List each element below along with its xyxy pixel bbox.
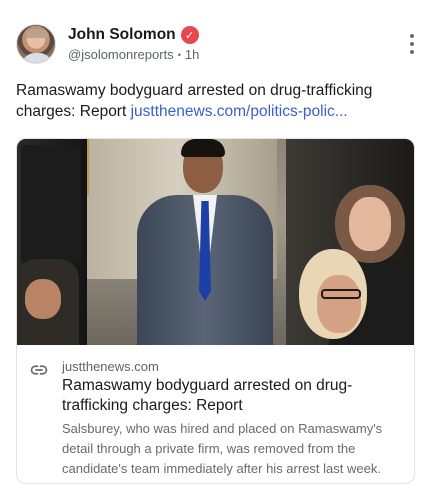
- avatar-shirt: [21, 53, 53, 63]
- image-glasses: [321, 289, 361, 299]
- more-dot: [410, 50, 414, 54]
- link-card-title[interactable]: Ramaswamy bodyguard arrested on drug-tra…: [62, 376, 402, 416]
- link-card[interactable]: justthenews.com Ramaswamy bodyguard arre…: [16, 138, 415, 484]
- image-blonde-face: [317, 275, 361, 333]
- post: John Solomon ✓ @jsolomonreports • 1h Ram…: [0, 0, 431, 500]
- more-dot: [410, 42, 414, 46]
- author-handle[interactable]: @jsolomonreports: [68, 47, 174, 62]
- image-man-hair: [181, 139, 225, 157]
- link-card-body: justthenews.com Ramaswamy bodyguard arre…: [17, 345, 414, 483]
- link-card-description: Salsburey, who was hired and placed on R…: [62, 421, 383, 476]
- image-left-face: [25, 279, 61, 319]
- author-meta: @jsolomonreports • 1h: [68, 47, 199, 62]
- more-options-icon[interactable]: [408, 34, 416, 54]
- author-name-row: John Solomon ✓: [68, 26, 199, 44]
- author-name[interactable]: John Solomon: [68, 26, 176, 44]
- avatar[interactable]: [16, 24, 56, 64]
- verified-badge-icon: ✓: [180, 26, 199, 44]
- image-speaker: [21, 145, 81, 263]
- post-text: Ramaswamy bodyguard arrested on drug-tra…: [16, 80, 416, 122]
- more-dot: [410, 34, 414, 38]
- post-time: 1h: [184, 47, 200, 62]
- link-card-domain: justthenews.com: [62, 359, 159, 374]
- post-link[interactable]: justthenews.com/politics-polic...: [131, 103, 348, 120]
- link-card-image: [17, 139, 414, 345]
- image-woman-face: [349, 197, 391, 251]
- post-header: John Solomon ✓ @jsolomonreports • 1h: [16, 22, 416, 68]
- avatar-hair: [26, 29, 48, 38]
- separator-dot: •: [177, 49, 181, 60]
- link-icon: [30, 365, 48, 375]
